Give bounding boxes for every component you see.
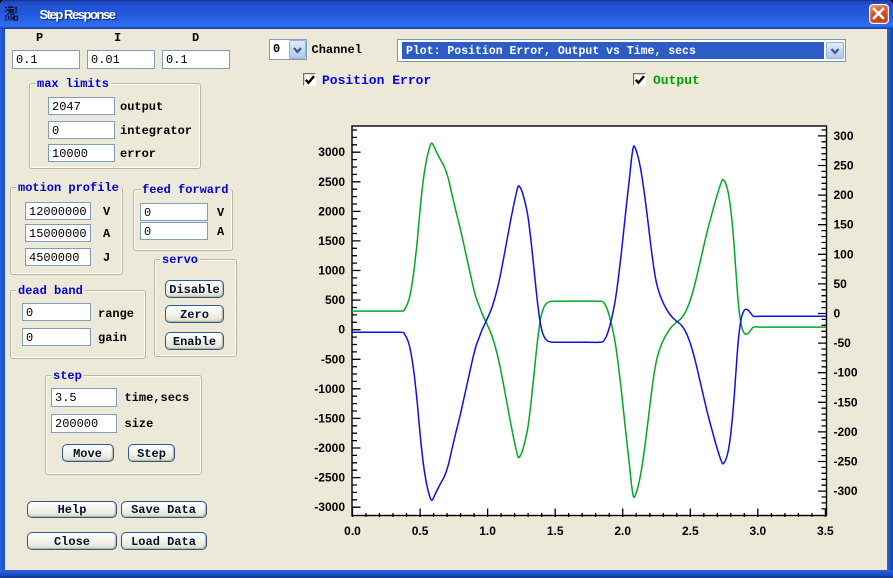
svg-text:100: 100 [834, 247, 854, 261]
svg-text:1000: 1000 [318, 264, 345, 278]
svg-text:-250: -250 [834, 455, 858, 469]
svg-text:-2500: -2500 [314, 471, 345, 485]
svg-text:-200: -200 [834, 425, 858, 439]
svg-text:-500: -500 [321, 352, 345, 366]
svg-text:-50: -50 [834, 336, 852, 350]
svg-text:200: 200 [834, 188, 854, 202]
svg-text:0.5: 0.5 [412, 524, 429, 538]
svg-text:-150: -150 [834, 395, 858, 409]
svg-text:-100: -100 [834, 366, 858, 380]
svg-text:-1000: -1000 [314, 382, 345, 396]
svg-text:-300: -300 [834, 484, 858, 498]
svg-text:-1500: -1500 [314, 411, 345, 425]
svg-text:2500: 2500 [318, 175, 345, 189]
svg-text:1.5: 1.5 [547, 524, 564, 538]
svg-text:2.5: 2.5 [682, 524, 699, 538]
svg-text:-3000: -3000 [314, 500, 345, 514]
svg-text:50: 50 [834, 277, 848, 291]
svg-text:300: 300 [834, 129, 854, 143]
svg-text:2000: 2000 [318, 204, 345, 218]
svg-text:3000: 3000 [318, 145, 345, 159]
svg-text:250: 250 [834, 159, 854, 173]
svg-text:3.0: 3.0 [749, 524, 766, 538]
svg-text:-2000: -2000 [314, 441, 345, 455]
svg-text:0.0: 0.0 [344, 524, 361, 538]
svg-text:1500: 1500 [318, 234, 345, 248]
svg-text:3.5: 3.5 [817, 524, 834, 538]
svg-text:2.0: 2.0 [614, 524, 631, 538]
svg-text:500: 500 [325, 293, 345, 307]
svg-text:1.0: 1.0 [479, 524, 496, 538]
svg-text:150: 150 [834, 218, 854, 232]
svg-text:0: 0 [834, 307, 841, 321]
svg-text:0: 0 [338, 323, 345, 337]
